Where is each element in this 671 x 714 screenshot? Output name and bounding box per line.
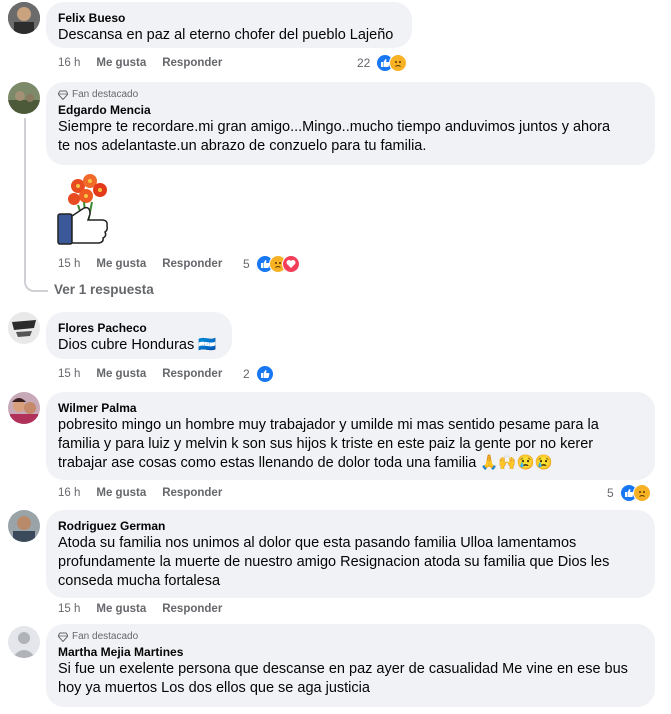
timestamp[interactable]: 16 h xyxy=(58,57,80,69)
comment-text: te nos adelantaste.un abrazo de conzuelo… xyxy=(58,138,427,154)
diamond-icon xyxy=(58,632,68,642)
timestamp[interactable]: 15 h xyxy=(58,258,80,270)
reactions[interactable]: 2 xyxy=(243,365,274,383)
reply-button[interactable]: Responder xyxy=(162,603,222,615)
reply-button[interactable]: Responder xyxy=(162,487,222,499)
diamond-icon xyxy=(58,90,68,100)
like-icon xyxy=(255,365,274,383)
reply-button[interactable]: Responder xyxy=(162,258,222,270)
reply-button[interactable]: Responder xyxy=(162,57,222,69)
reaction-count: 5 xyxy=(607,486,614,500)
love-icon xyxy=(281,255,300,273)
avatar[interactable] xyxy=(8,2,40,34)
comment-text: familia y para luiz y melvin k son sus h… xyxy=(58,436,594,452)
like-button[interactable]: Me gusta xyxy=(96,57,146,69)
like-button[interactable]: Me gusta xyxy=(96,368,146,380)
badge-label: Fan destacado xyxy=(72,89,139,100)
comment-text: Atoda su familia nos unimos al dolor que… xyxy=(58,535,577,551)
comment-bubble: Flores Pacheco Dios cubre Honduras 🇭🇳 xyxy=(46,312,232,359)
like-button[interactable]: Me gusta xyxy=(96,487,146,499)
fan-badge: Fan destacado xyxy=(58,88,643,102)
reactions[interactable]: 22 xyxy=(357,54,408,72)
comment-actions: 15 h Me gusta Responder xyxy=(58,603,238,615)
author-name[interactable]: Felix Bueso xyxy=(58,10,400,26)
author-name[interactable]: Edgardo Mencia xyxy=(58,102,643,118)
sad-icon xyxy=(389,54,408,72)
comment-text: hoy ya muertos Los dos ellos que se aga … xyxy=(58,680,370,696)
avatar[interactable] xyxy=(8,626,40,658)
comment-bubble: Felix Bueso Descansa en paz al eterno ch… xyxy=(46,2,412,48)
comment-bubble: Fan destacado Martha Mejia Martines Si f… xyxy=(46,624,655,707)
badge-label: Fan destacado xyxy=(72,631,139,642)
reaction-count: 2 xyxy=(243,367,250,381)
comment-text: Descansa en paz al eterno chofer del pue… xyxy=(58,27,394,43)
like-button[interactable]: Me gusta xyxy=(96,603,146,615)
comment-text: conseda mucha fortalesa xyxy=(58,573,221,589)
avatar[interactable] xyxy=(8,392,40,424)
comment-text: profundamente la muerte de nuestro amigo… xyxy=(58,554,610,570)
comment-actions: 15 h Me gusta Responder xyxy=(58,258,238,270)
author-name[interactable]: Flores Pacheco xyxy=(58,320,220,336)
reply-button[interactable]: Responder xyxy=(162,368,222,380)
reaction-count: 5 xyxy=(243,257,250,271)
reactions[interactable]: 5 xyxy=(607,484,651,502)
comment-actions: 16 h Me gusta Responder xyxy=(58,57,238,69)
timestamp[interactable]: 15 h xyxy=(58,368,80,380)
comment-actions: 16 h Me gusta Responder xyxy=(58,487,238,499)
comment-text: pobresito mingo un hombre muy trabajador… xyxy=(58,417,599,433)
sad-icon xyxy=(632,484,651,502)
reaction-count: 22 xyxy=(357,56,371,70)
comment-text: Dios cubre Honduras 🇭🇳 xyxy=(58,337,217,353)
avatar[interactable] xyxy=(8,82,40,114)
view-replies-link[interactable]: Ver 1 respuesta xyxy=(54,282,154,297)
thread-line xyxy=(24,118,48,292)
sticker-flowers-thumb[interactable] xyxy=(56,172,122,248)
comment-text: Siempre te recordare.mi gran amigo...Min… xyxy=(58,119,611,135)
comment-text: trabajar ase cosas como estas llenando d… xyxy=(58,455,553,471)
comment-bubble: Wilmer Palma pobresito mingo un hombre m… xyxy=(46,392,655,480)
timestamp[interactable]: 15 h xyxy=(58,603,80,615)
like-button[interactable]: Me gusta xyxy=(96,258,146,270)
avatar[interactable] xyxy=(8,312,40,344)
author-name[interactable]: Martha Mejia Martines xyxy=(58,644,643,660)
comment-bubble: Fan destacado Edgardo Mencia Siempre te … xyxy=(46,82,655,165)
comment-text: Si fue un exelente persona que descanse … xyxy=(58,661,628,677)
author-name[interactable]: Wilmer Palma xyxy=(58,400,643,416)
avatar[interactable] xyxy=(8,510,40,542)
author-name[interactable]: Rodriguez German xyxy=(58,518,643,534)
comment-bubble: Rodriguez German Atoda su familia nos un… xyxy=(46,510,655,598)
fan-badge: Fan destacado xyxy=(58,630,643,644)
timestamp[interactable]: 16 h xyxy=(58,487,80,499)
comment-actions: 15 h Me gusta Responder xyxy=(58,368,238,380)
reactions[interactable]: 5 xyxy=(243,255,300,273)
